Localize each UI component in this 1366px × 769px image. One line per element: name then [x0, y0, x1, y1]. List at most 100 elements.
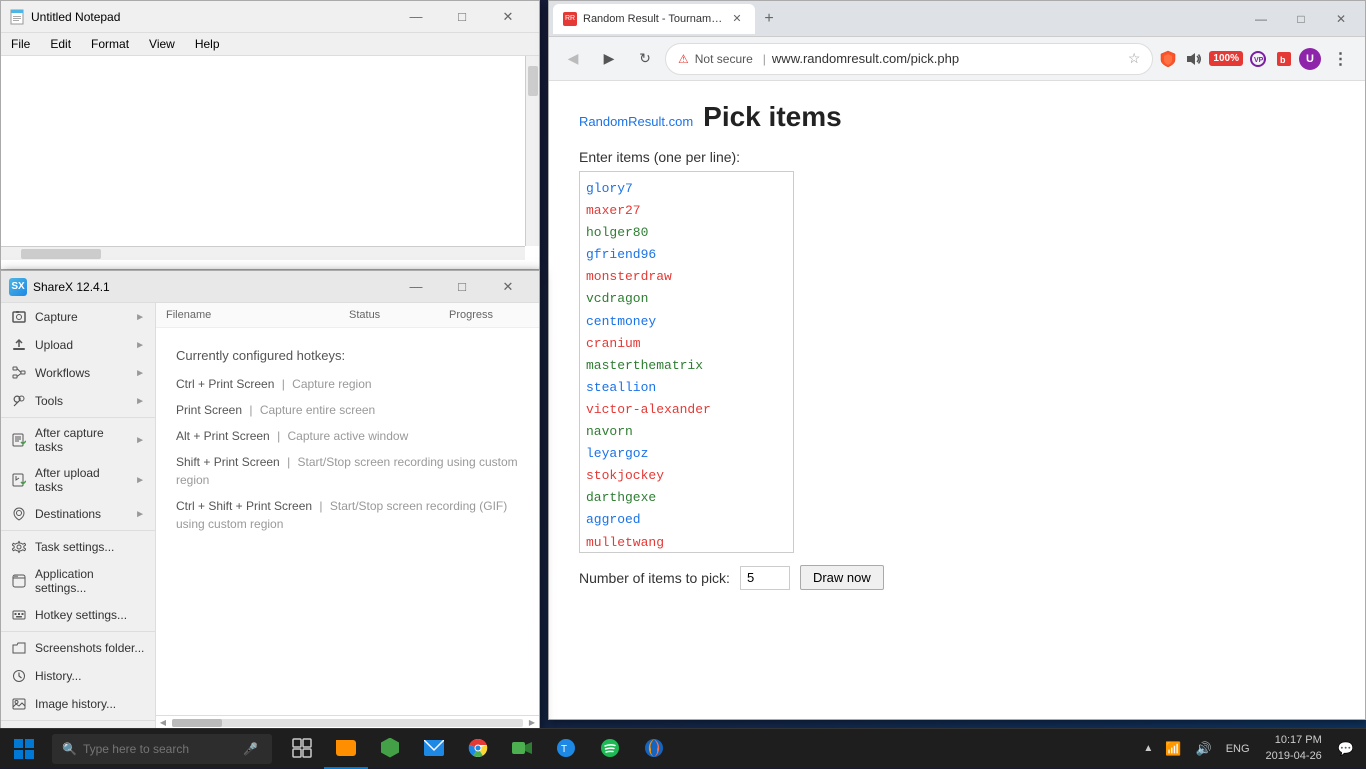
- sidebar-item-destinations[interactable]: Destinations ►: [1, 500, 155, 528]
- pick-controls: Number of items to pick: Draw now: [579, 565, 1335, 590]
- browser-close-button[interactable]: ✕: [1321, 1, 1361, 37]
- notepad-textarea[interactable]: [1, 56, 539, 260]
- taskbar-app-firefox[interactable]: [632, 729, 676, 769]
- hotkey-item-3: Alt + Print Screen | Capture active wind…: [176, 427, 519, 445]
- taskbar-app-meet[interactable]: [500, 729, 544, 769]
- vpn-icon[interactable]: VPN: [1247, 48, 1269, 70]
- sharex-minimize-button[interactable]: —: [393, 271, 439, 303]
- notepad-menu-file[interactable]: File: [1, 33, 40, 55]
- system-tray-icons: 📶 🔊 ENG: [1161, 737, 1253, 761]
- sidebar-item-task-settings[interactable]: Task settings...: [1, 533, 155, 561]
- sidebar-item-tools[interactable]: Tools ►: [1, 387, 155, 415]
- hotkey-keys-1: Ctrl + Print Screen: [176, 377, 274, 391]
- bookmark-icon[interactable]: ☆: [1128, 50, 1141, 67]
- notepad-close-button[interactable]: ✕: [485, 1, 531, 33]
- ext-icon-4[interactable]: b: [1273, 48, 1295, 70]
- notepad-menu-help[interactable]: Help: [185, 33, 230, 55]
- browser-refresh-button[interactable]: ↻: [629, 43, 661, 75]
- browser-maximize-button[interactable]: □: [1281, 1, 1321, 37]
- sharex-scrollbar-horizontal[interactable]: ◀ ▶: [156, 715, 539, 729]
- taskbar-app-file-explorer[interactable]: [324, 729, 368, 769]
- language-indicator[interactable]: ENG: [1222, 739, 1254, 759]
- hotkey-keys-5: Ctrl + Shift + Print Screen: [176, 499, 312, 513]
- col-status: Status: [349, 309, 449, 321]
- notepad-scroll-thumb-horizontal[interactable]: [21, 249, 101, 259]
- hotkey-sep-5: |: [319, 499, 325, 513]
- notepad-menu-format[interactable]: Format: [81, 33, 139, 55]
- volume-sys-icon[interactable]: 🔊: [1192, 737, 1216, 761]
- sidebar-item-upload[interactable]: Upload ►: [1, 331, 155, 359]
- browser-url[interactable]: www.randomresult.com/pick.php: [772, 51, 1122, 66]
- sidebar-item-history[interactable]: History...: [1, 662, 155, 690]
- notepad-maximize-button[interactable]: □: [439, 1, 485, 33]
- sidebar-item-image-history[interactable]: Image history...: [1, 690, 155, 718]
- browser-address-bar[interactable]: ⚠ Not secure | www.randomresult.com/pick…: [665, 43, 1153, 75]
- sidebar-item-workflows[interactable]: Workflows ►: [1, 359, 155, 387]
- taskbar-app-security[interactable]: [368, 729, 412, 769]
- mail-icon: [424, 740, 444, 756]
- sidebar-item-workflows-label: Workflows: [35, 366, 127, 380]
- notepad-titlebar[interactable]: Untitled Notepad — □ ✕: [1, 1, 539, 33]
- site-link[interactable]: RandomResult.com: [579, 114, 693, 129]
- sharex-close-button[interactable]: ✕: [485, 271, 531, 303]
- mic-icon[interactable]: 🎤: [243, 742, 258, 756]
- sidebar-item-after-capture-tasks[interactable]: After capture tasks ►: [1, 420, 155, 460]
- notepad-scrollbar-horizontal[interactable]: [1, 246, 525, 260]
- sidebar-item-hotkey-settings[interactable]: Hotkey settings...: [1, 601, 155, 629]
- taskbar-app-mail[interactable]: [412, 729, 456, 769]
- taskbar: 🔍 🎤 T: [0, 728, 1366, 768]
- search-input[interactable]: [83, 742, 243, 756]
- sidebar-item-screenshots-folder-label: Screenshots folder...: [35, 641, 145, 655]
- taskbar-right: ▲ 📶 🔊 ENG 10:17 PM 2019-04-26 💬: [1139, 729, 1366, 768]
- image-history-icon: [11, 696, 27, 712]
- notepad-scrollbar-vertical[interactable]: [525, 56, 539, 246]
- notification-icon[interactable]: 💬: [1334, 737, 1358, 761]
- notepad-minimize-button[interactable]: —: [393, 1, 439, 33]
- destinations-arrow-icon: ►: [135, 509, 145, 520]
- browser-user-avatar[interactable]: U: [1299, 48, 1321, 70]
- sidebar-item-after-upload-tasks[interactable]: After upload tasks ►: [1, 460, 155, 500]
- notepad-menu-edit[interactable]: Edit: [40, 33, 81, 55]
- notepad-scroll-thumb-vertical[interactable]: [528, 66, 538, 96]
- sidebar-item-screenshots-folder[interactable]: Screenshots folder...: [1, 634, 155, 662]
- start-button[interactable]: [0, 729, 48, 769]
- scrollbar-thumb[interactable]: [172, 719, 222, 727]
- browser-titlebar: RR Random Result - Tournament dr... ✕ + …: [549, 1, 1365, 37]
- sharex-maximize-button[interactable]: □: [439, 271, 485, 303]
- security-warning-icon: ⚠: [678, 52, 689, 66]
- browser-forward-button[interactable]: ▶: [593, 43, 625, 75]
- sidebar-item-capture-label: Capture: [35, 310, 127, 324]
- network-icon[interactable]: 📶: [1161, 737, 1185, 761]
- sidebar-item-app-settings[interactable]: Application settings...: [1, 561, 155, 601]
- taskbar-clock[interactable]: 10:17 PM 2019-04-26: [1258, 729, 1330, 768]
- sidebar-divider-1: [1, 417, 155, 418]
- taskbar-search[interactable]: 🔍 🎤: [52, 734, 272, 764]
- notepad-menu-view[interactable]: View: [139, 33, 185, 55]
- hotkeys-title: Currently configured hotkeys:: [176, 348, 519, 363]
- sharex-titlebar[interactable]: SX ShareX 12.4.1 — □ ✕: [1, 271, 539, 303]
- hotkey-sep-1: |: [282, 377, 288, 391]
- taskbar-app-task-view[interactable]: [280, 729, 324, 769]
- sidebar-item-capture[interactable]: Capture ►: [1, 303, 155, 331]
- brave-shield-icon[interactable]: [1157, 48, 1179, 70]
- browser-tab-close[interactable]: ✕: [729, 11, 745, 27]
- draw-now-button[interactable]: Draw now: [800, 565, 884, 590]
- taskbar-time: 10:17 PM: [1266, 733, 1322, 748]
- browser-extensions: 100% VPN b U ⋮: [1157, 43, 1357, 75]
- volume-icon[interactable]: [1183, 48, 1205, 70]
- pick-number-input[interactable]: [740, 566, 790, 590]
- browser-toolbar: ◀ ▶ ↻ ⚠ Not secure | www.randomresult.co…: [549, 37, 1365, 81]
- browser-menu-button[interactable]: ⋮: [1325, 43, 1357, 75]
- browser-minimize-button[interactable]: —: [1241, 1, 1281, 37]
- taskbar-app-chrome[interactable]: [456, 729, 500, 769]
- items-textarea[interactable]: glory7maxer27holger80gfriend96monsterdra…: [579, 171, 794, 553]
- upload-icon: [11, 337, 27, 353]
- sharex-table-header: Filename Status Progress: [156, 303, 539, 328]
- browser-new-tab-button[interactable]: +: [755, 5, 783, 33]
- browser-back-button[interactable]: ◀: [557, 43, 589, 75]
- browser-tab-active[interactable]: RR Random Result - Tournament dr... ✕: [553, 4, 755, 34]
- taskbar-app-translate[interactable]: T: [544, 729, 588, 769]
- system-tray-expand-icon[interactable]: ▲: [1139, 739, 1157, 758]
- taskbar-app-spotify[interactable]: [588, 729, 632, 769]
- notepad-app-icon: [9, 9, 25, 25]
